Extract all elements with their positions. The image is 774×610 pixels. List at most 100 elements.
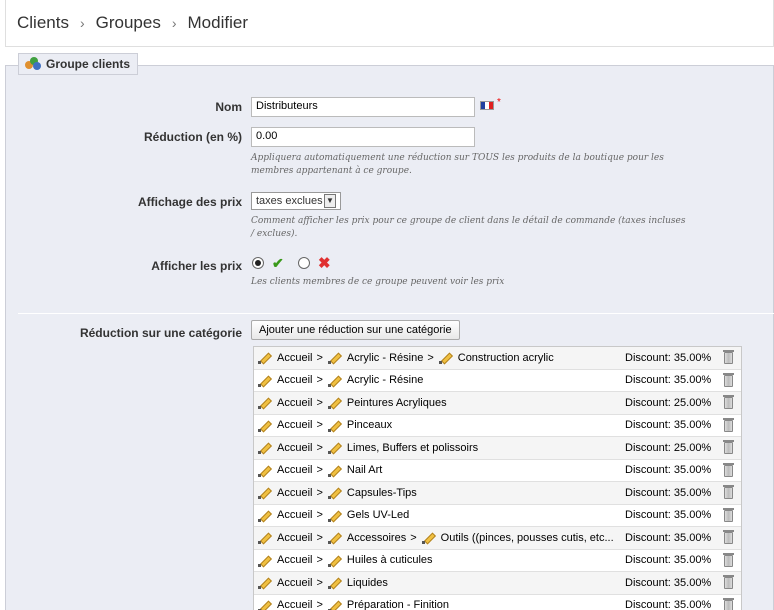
- pencil-icon[interactable]: [258, 576, 271, 590]
- category-segment: Acrylic - Résine: [346, 351, 424, 364]
- table-row: Accueil > Acrylic - Résine > Construction ac…: [254, 347, 741, 370]
- trash-icon[interactable]: [723, 485, 734, 499]
- pencil-icon[interactable]: [258, 351, 271, 365]
- category-path: Accueil > Acrylic - Résine: [258, 370, 623, 392]
- add-category-reduction-button[interactable]: Ajouter une réduction sur une catégorie: [251, 320, 460, 340]
- price-display-value: taxes exclues: [256, 195, 323, 207]
- pencil-icon[interactable]: [258, 464, 271, 477]
- path-separator: >: [316, 509, 323, 522]
- category-segment: Peintures Acryliques: [346, 396, 447, 409]
- table-row: Accueil > Liquides Discount: 35.00%: [254, 572, 741, 595]
- pencil-icon[interactable]: [327, 374, 341, 387]
- discount-value: Discount: 35.00%: [625, 419, 712, 432]
- pencil-icon[interactable]: [327, 351, 341, 365]
- category-segment: Accueil: [277, 554, 313, 567]
- pencil-icon[interactable]: [327, 486, 341, 500]
- pencil-icon[interactable]: [327, 554, 341, 567]
- pencil-icon[interactable]: [258, 554, 271, 567]
- trash-icon[interactable]: [723, 350, 734, 364]
- name-input[interactable]: Distributeurs: [251, 97, 475, 117]
- cross-icon[interactable]: ✖: [318, 254, 331, 272]
- path-separator: >: [316, 351, 323, 364]
- table-row: Accueil > Gels UV-Led Discount: 35.00%: [254, 505, 741, 527]
- category-segment: Accessoires: [346, 531, 407, 544]
- discount-value: Discount: 35.00%: [625, 509, 712, 522]
- table-row: Accueil > Préparation - Finition Discount: …: [254, 595, 741, 610]
- category-reduction-table: Accueil > Acrylic - Résine > Construction ac…: [253, 346, 742, 610]
- breadcrumb-clients[interactable]: Clients: [17, 13, 69, 33]
- table-row: Accueil > Peintures Acryliques Discount: 25…: [254, 392, 741, 415]
- category-segment: Capsules-Tips: [346, 486, 417, 499]
- pencil-icon[interactable]: [327, 441, 341, 455]
- category-segment: Préparation - Finition: [346, 599, 450, 610]
- category-path: Accueil > Huiles à cuticules: [258, 550, 623, 572]
- category-segment: Accueil: [277, 374, 313, 387]
- path-separator: >: [316, 441, 323, 454]
- table-row: Accueil > Nail Art Discount: 35.00%: [254, 460, 741, 482]
- trash-icon[interactable]: [723, 507, 734, 522]
- pencil-icon[interactable]: [258, 599, 271, 610]
- pencil-icon[interactable]: [327, 531, 341, 545]
- category-segment: Accueil: [277, 509, 313, 522]
- required-mark: *: [497, 97, 501, 108]
- trash-icon[interactable]: [723, 552, 734, 567]
- pencil-icon[interactable]: [438, 351, 452, 365]
- table-row: Accueil > Pinceaux Discount: 35.00%: [254, 415, 741, 437]
- path-separator: >: [427, 351, 434, 364]
- reduction-hint: Appliquera automatiquement une réduction…: [251, 153, 664, 176]
- pencil-icon[interactable]: [327, 396, 341, 410]
- reduction-input[interactable]: 0.00: [251, 127, 475, 147]
- category-path: Accueil > Pinceaux: [258, 415, 623, 437]
- breadcrumb-groupes[interactable]: Groupes: [96, 13, 161, 33]
- discount-value: Discount: 35.00%: [625, 576, 712, 589]
- pencil-icon[interactable]: [327, 576, 341, 590]
- pencil-icon[interactable]: [258, 509, 271, 522]
- trash-icon[interactable]: [723, 530, 734, 544]
- trash-icon[interactable]: [723, 597, 734, 610]
- show-prices-hint: Les clients membres de ce groupe peuvent…: [251, 277, 505, 287]
- pencil-icon[interactable]: [327, 419, 341, 432]
- category-segment: Gels UV-Led: [346, 509, 410, 522]
- path-separator: >: [316, 374, 323, 387]
- pencil-icon[interactable]: [421, 531, 435, 545]
- table-row: Accueil > Accessoires > Outils ((pinces, pou…: [254, 527, 741, 550]
- category-path: Accueil > Nail Art: [258, 460, 623, 482]
- path-separator: >: [316, 554, 323, 567]
- discount-value: Discount: 35.00%: [625, 464, 712, 477]
- path-separator: >: [316, 531, 323, 544]
- show-prices-yes-radio[interactable]: [252, 257, 264, 269]
- trash-icon[interactable]: [723, 440, 734, 454]
- flag-fr-icon[interactable]: [480, 101, 494, 110]
- reduction-label: Réduction (en %): [144, 130, 242, 144]
- trash-icon[interactable]: [723, 417, 734, 432]
- pencil-icon[interactable]: [258, 486, 271, 500]
- trash-icon[interactable]: [723, 462, 734, 477]
- category-segment: Acrylic - Résine: [346, 374, 424, 387]
- show-prices-no-radio[interactable]: [298, 257, 310, 269]
- trash-icon[interactable]: [723, 372, 734, 387]
- pencil-icon[interactable]: [258, 441, 271, 455]
- category-segment: Accueil: [277, 576, 313, 589]
- category-segment: Pinceaux: [346, 419, 393, 432]
- trash-icon[interactable]: [723, 575, 734, 589]
- trash-icon[interactable]: [723, 395, 734, 409]
- breadcrumb-modifier: Modifier: [187, 13, 248, 32]
- check-icon[interactable]: ✔: [272, 255, 284, 272]
- chevron-down-icon: ▼: [324, 194, 336, 208]
- pencil-icon[interactable]: [327, 599, 341, 610]
- panel-legend: Groupe clients: [18, 53, 139, 75]
- price-display-select[interactable]: taxes exclues ▼: [251, 192, 341, 210]
- pencil-icon[interactable]: [258, 531, 271, 545]
- category-segment: Construction acrylic: [457, 351, 554, 364]
- pencil-icon[interactable]: [258, 396, 271, 410]
- path-separator: >: [316, 396, 323, 409]
- discount-value: Discount: 35.00%: [625, 599, 712, 610]
- pencil-icon[interactable]: [258, 419, 271, 432]
- breadcrumb: Clients › Groupes › Modifier: [5, 0, 774, 47]
- pencil-icon[interactable]: [327, 509, 341, 522]
- category-segment: Accueil: [277, 531, 313, 544]
- pencil-icon[interactable]: [327, 464, 341, 477]
- pencil-icon[interactable]: [258, 374, 271, 387]
- path-separator: >: [316, 419, 323, 432]
- category-segment: Accueil: [277, 419, 313, 432]
